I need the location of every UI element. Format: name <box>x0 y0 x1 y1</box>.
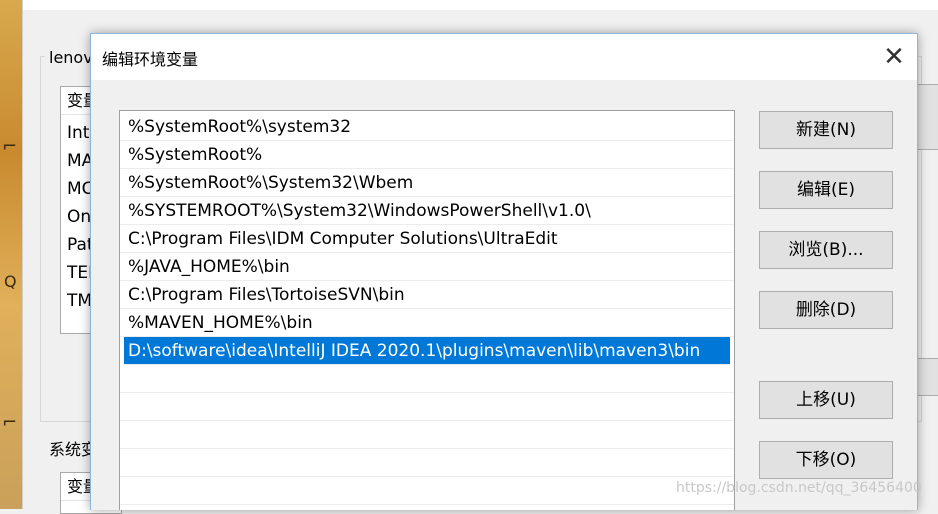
list-item[interactable]: C:\Program Files\IDM Computer Solutions\… <box>120 225 734 253</box>
desktop-icon: ⌐ <box>2 412 18 433</box>
list-item[interactable]: Int <box>67 119 89 147</box>
list-item-selected[interactable]: D:\software\idea\IntelliJ IDEA 2020.1\pl… <box>124 337 730 365</box>
list-item[interactable]: %MAVEN_HOME%\bin <box>120 309 734 337</box>
watermark: https://blog.csdn.net/qq_36456400 <box>676 480 922 496</box>
list-item[interactable]: TM <box>67 287 92 315</box>
desktop-icon: ⌐ <box>2 136 18 157</box>
empty-row[interactable] <box>120 421 734 449</box>
empty-row[interactable] <box>120 393 734 421</box>
close-icon: ✕ <box>883 42 905 72</box>
dialog-titlebar: 编辑环境变量 ✕ <box>91 34 917 80</box>
move-down-button[interactable]: 下移(O) <box>759 441 893 479</box>
list-item[interactable]: On <box>67 203 91 231</box>
close-button[interactable]: ✕ <box>871 34 917 80</box>
user-variables-title: lenov <box>45 48 97 67</box>
empty-row[interactable] <box>120 365 734 393</box>
desktop-strip: ⌐ Q ⌐ <box>0 0 22 509</box>
desktop-icon: Q <box>4 272 17 291</box>
list-item[interactable]: %SystemRoot%\system32 <box>120 113 734 141</box>
empty-row[interactable] <box>120 449 734 477</box>
list-item[interactable]: %SystemRoot% <box>120 141 734 169</box>
empty-row[interactable] <box>120 477 734 505</box>
list-item[interactable]: C:\Program Files\TortoiseSVN\bin <box>120 281 734 309</box>
path-list[interactable]: %SystemRoot%\system32 %SystemRoot% %System… <box>119 110 735 510</box>
parent-titlebar <box>23 0 938 10</box>
new-button[interactable]: 新建(N) <box>759 111 893 149</box>
list-item[interactable]: %SYSTEMROOT%\System32\WindowsPowerShell\… <box>120 197 734 225</box>
list-item[interactable]: %JAVA_HOME%\bin <box>120 253 734 281</box>
move-up-button[interactable]: 上移(U) <box>759 381 893 419</box>
edit-button[interactable]: 编辑(E) <box>759 171 893 209</box>
browse-button[interactable]: 浏览(B)... <box>759 231 893 269</box>
delete-button[interactable]: 删除(D) <box>759 291 893 329</box>
dialog-title: 编辑环境变量 <box>102 50 199 69</box>
list-item[interactable]: %SystemRoot%\System32\Wbem <box>120 169 734 197</box>
edit-env-var-dialog: 编辑环境变量 ✕ %SystemRoot%\system32 %SystemRoo… <box>90 33 918 510</box>
